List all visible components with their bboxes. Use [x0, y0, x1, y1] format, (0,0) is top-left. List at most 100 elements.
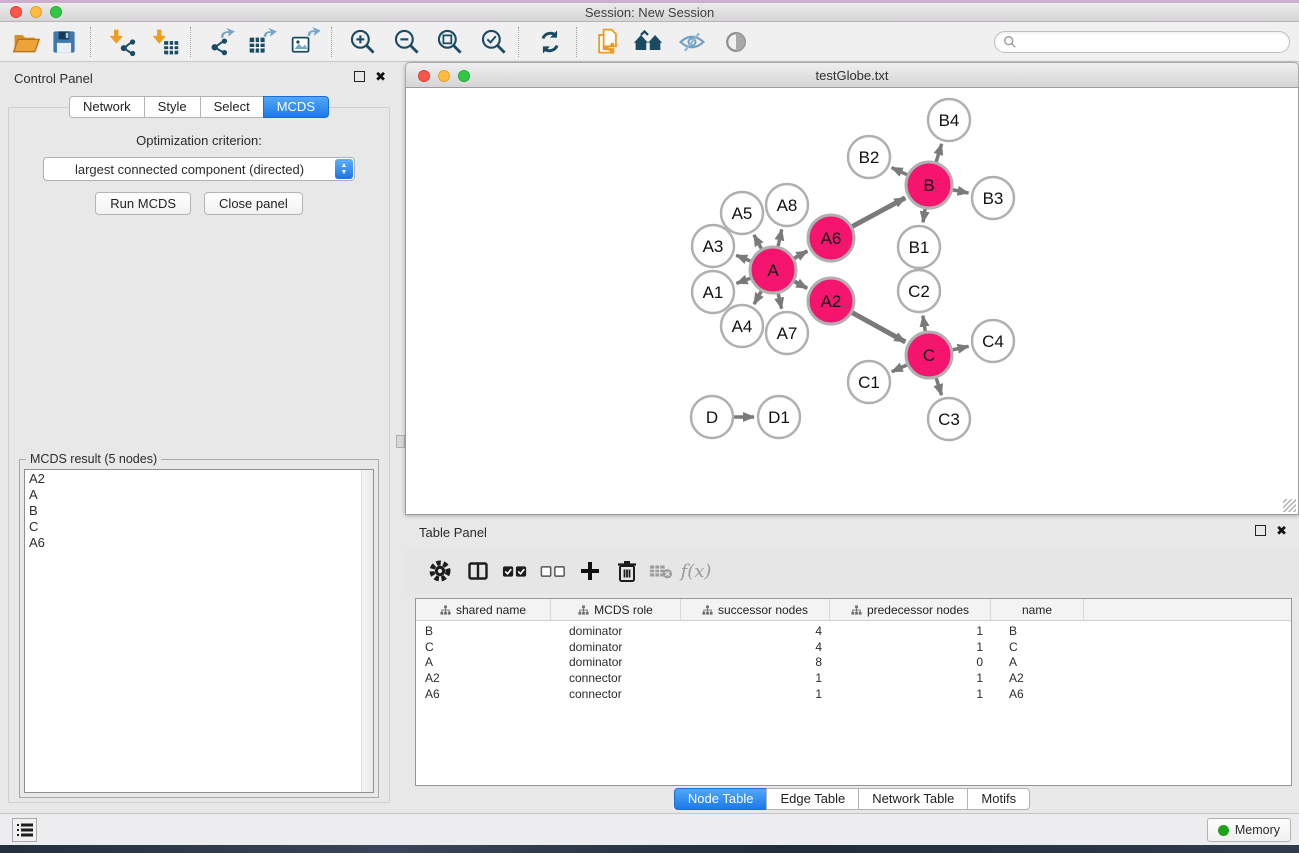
tab-motifs[interactable]: Motifs: [967, 788, 1030, 810]
bird-eye-icon[interactable]: [718, 25, 754, 59]
table-cell[interactable]: A6: [1009, 686, 1102, 702]
search-input[interactable]: [1017, 33, 1289, 51]
graph-edge-C-C3[interactable]: [936, 378, 941, 395]
column-header-successor-nodes[interactable]: successor nodes: [681, 599, 830, 621]
export-image-icon[interactable]: [287, 25, 323, 59]
task-history-button[interactable]: [12, 818, 37, 842]
graph-edge-C-C4[interactable]: [952, 346, 968, 350]
tab-node-table[interactable]: Node Table: [674, 788, 768, 810]
graph-edge-C-C2[interactable]: [923, 316, 925, 332]
network-graph[interactable]: B4B2BB3A5A8A6B1A3AA1C2A4A7A2C4CC1C3DD1: [407, 88, 1298, 513]
table-cell[interactable]: C: [1009, 639, 1102, 655]
column-header-MCDS-role[interactable]: MCDS role: [551, 599, 681, 621]
graph-edge-A-A8[interactable]: [778, 229, 782, 246]
graph-edge-A-A4[interactable]: [754, 291, 761, 304]
close-panel-button[interactable]: Close panel: [204, 192, 303, 215]
mcds-result-item[interactable]: A: [29, 487, 373, 503]
deselect-all-checkboxes-icon[interactable]: [538, 556, 568, 586]
memory-button[interactable]: Memory: [1207, 818, 1291, 842]
zoom-in-icon[interactable]: [345, 25, 381, 59]
import-network-icon[interactable]: [104, 25, 140, 59]
graph-edge-C-C1[interactable]: [892, 365, 907, 372]
table-cell[interactable]: 1: [830, 639, 983, 655]
delete-icon[interactable]: [612, 556, 642, 586]
tab-network-table[interactable]: Network Table: [858, 788, 968, 810]
table-row[interactable]: A2connector11A2: [416, 670, 1291, 686]
zoom-fit-icon[interactable]: [432, 25, 468, 59]
tab-edge-table[interactable]: Edge Table: [766, 788, 859, 810]
table-cell[interactable]: dominator: [569, 623, 699, 639]
window-resize-grip[interactable]: [1283, 499, 1296, 512]
table-cell[interactable]: 0: [830, 654, 983, 670]
search-box[interactable]: [994, 31, 1290, 53]
save-session-icon[interactable]: [46, 25, 82, 59]
table-cell[interactable]: connector: [569, 670, 699, 686]
column-header-name[interactable]: name: [991, 599, 1084, 621]
run-mcds-button[interactable]: Run MCDS: [95, 192, 191, 215]
network-window-titlebar[interactable]: testGlobe.txt: [405, 62, 1299, 88]
mcds-result-list[interactable]: A2ABCA6: [24, 469, 374, 793]
table-cell[interactable]: 1: [830, 686, 983, 702]
graph-edge-B-B1[interactable]: [923, 209, 925, 223]
mcds-result-item[interactable]: A2: [29, 471, 373, 487]
tab-style[interactable]: Style: [144, 96, 201, 118]
graph-edge-B-B2[interactable]: [892, 168, 908, 175]
zoom-out-icon[interactable]: [389, 25, 425, 59]
export-table-icon[interactable]: [244, 25, 280, 59]
table-cell[interactable]: 8: [681, 654, 822, 670]
table-cell[interactable]: 4: [681, 639, 822, 655]
select-all-checkboxes-icon[interactable]: [500, 556, 530, 586]
table-cell[interactable]: B: [425, 623, 560, 639]
tab-select[interactable]: Select: [200, 96, 264, 118]
graph-edge-A-A1[interactable]: [736, 278, 750, 283]
criterion-dropdown[interactable]: largest connected component (directed) ▲…: [43, 157, 355, 181]
tab-network[interactable]: Network: [69, 96, 145, 118]
table-cell[interactable]: connector: [569, 686, 699, 702]
column-view-icon[interactable]: [463, 556, 493, 586]
clone-network-icon[interactable]: [590, 25, 626, 59]
panel-divider-handle[interactable]: [396, 435, 405, 448]
mcds-list-scrollbar[interactable]: [361, 470, 373, 792]
open-file-icon[interactable]: [8, 25, 44, 59]
close-panel-icon[interactable]: ✖: [375, 71, 386, 82]
graph-edge-A6-B[interactable]: [852, 198, 905, 227]
add-icon[interactable]: [575, 556, 605, 586]
table-cell[interactable]: A2: [1009, 670, 1102, 686]
gear-icon[interactable]: [425, 556, 455, 586]
hide-panel-eye-icon[interactable]: [674, 25, 710, 59]
table-row[interactable]: Bdominator41B: [416, 623, 1291, 639]
mcds-result-item[interactable]: C: [29, 519, 373, 535]
zoom-selected-icon[interactable]: [476, 25, 512, 59]
table-cell[interactable]: 1: [830, 670, 983, 686]
table-cell[interactable]: dominator: [569, 639, 699, 655]
graph-edge-A-A7[interactable]: [778, 293, 781, 308]
table-cell[interactable]: C: [425, 639, 560, 655]
mcds-result-item[interactable]: B: [29, 503, 373, 519]
table-row[interactable]: Cdominator41 C: [416, 639, 1291, 655]
table-cell[interactable]: 1: [681, 686, 822, 702]
float-table-panel-icon[interactable]: [1255, 525, 1266, 536]
graph-edge-A-A2[interactable]: [794, 281, 807, 288]
home-icon[interactable]: [630, 25, 666, 59]
float-panel-icon[interactable]: [354, 71, 365, 82]
table-cell[interactable]: A2: [425, 670, 560, 686]
table-cell[interactable]: 1: [681, 670, 822, 686]
table-cell[interactable]: A: [1009, 654, 1102, 670]
graph-edge-A-A3[interactable]: [736, 255, 751, 261]
close-table-panel-icon[interactable]: ✖: [1276, 525, 1287, 536]
graph-edge-A-A6[interactable]: [794, 251, 807, 258]
tab-mcds[interactable]: MCDS: [263, 96, 329, 118]
table-row[interactable]: A6connector11A6: [416, 686, 1291, 702]
export-network-icon[interactable]: [202, 25, 238, 59]
graph-edge-A2-C[interactable]: [852, 313, 905, 342]
table-cell[interactable]: 4: [681, 623, 822, 639]
graph-edge-A-A5[interactable]: [754, 235, 762, 249]
table-cell[interactable]: A6: [425, 686, 560, 702]
import-table-icon[interactable]: [147, 25, 183, 59]
table-cell[interactable]: 1: [830, 623, 983, 639]
mcds-result-item[interactable]: A6: [29, 535, 373, 551]
graph-edge-B-B4[interactable]: [936, 144, 942, 162]
graph-edge-B-B3[interactable]: [953, 190, 969, 193]
column-header-predecessor-nodes[interactable]: predecessor nodes: [830, 599, 991, 621]
network-canvas[interactable]: B4B2BB3A5A8A6B1A3AA1C2A4A7A2C4CC1C3DD1: [405, 88, 1299, 515]
